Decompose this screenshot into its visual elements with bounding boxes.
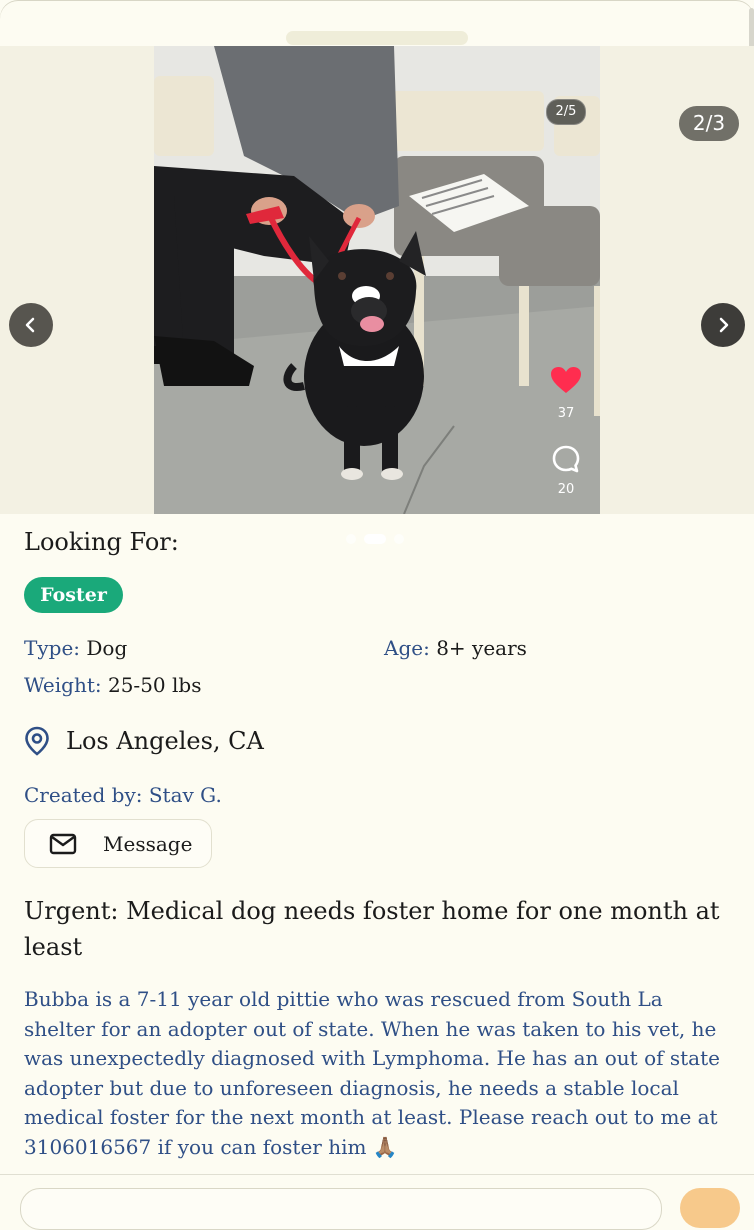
comment-bubble-icon [552,445,580,473]
message-button[interactable]: Message [24,819,212,868]
comment-input[interactable] [20,1188,662,1230]
image-carousel[interactable]: 2/5 2/3 37 20 [0,46,754,544]
pet-photo [154,46,600,514]
chevron-left-icon [25,317,35,333]
location-text: Los Angeles, CA [66,727,264,755]
message-button-label: Message [103,831,193,856]
carousel-indicators [346,534,404,544]
comment-count: 20 [557,482,575,497]
weight-field: Weight: 25-50 lbs [24,673,201,697]
comment-button[interactable]: 20 [545,444,587,497]
type-field: Type: Dog [24,636,127,660]
age-value: 8+ years [436,636,527,660]
looking-for-heading: Looking For: [24,528,179,556]
heart-icon [551,367,581,393]
post-description: Bubba is a 7-11 year old pittie who was … [24,987,720,1159]
post-counter: 2/3 [679,106,739,141]
carousel-dot-active[interactable] [364,534,386,544]
divider [0,1174,754,1175]
status-badge: Foster [24,577,123,613]
image-counter: 2/5 [546,99,586,125]
previous-button[interactable] [9,303,53,347]
carousel-dot[interactable] [394,534,404,544]
created-by-label: Created by: [24,783,143,807]
type-value: Dog [86,636,128,660]
creator-name[interactable]: Stav G. [149,783,222,807]
created-by: Created by: Stav G. [24,783,222,807]
envelope-icon [49,833,77,854]
like-button[interactable]: 37 [545,366,587,421]
carousel-dot[interactable] [346,534,356,544]
weight-value: 25-50 lbs [107,673,202,697]
drag-handle[interactable] [286,31,468,45]
location-pin-icon [25,726,49,756]
chevron-right-icon [719,317,729,333]
type-label: Type: [24,636,81,660]
next-button[interactable] [701,303,745,347]
weight-label: Weight: [24,673,102,697]
age-field: Age: 8+ years [384,636,527,660]
like-count: 37 [557,406,575,421]
age-label: Age: [384,636,430,660]
post-title: Urgent: Medical dog needs foster home fo… [24,897,720,961]
send-button[interactable] [680,1188,740,1228]
location: Los Angeles, CA [24,726,264,756]
